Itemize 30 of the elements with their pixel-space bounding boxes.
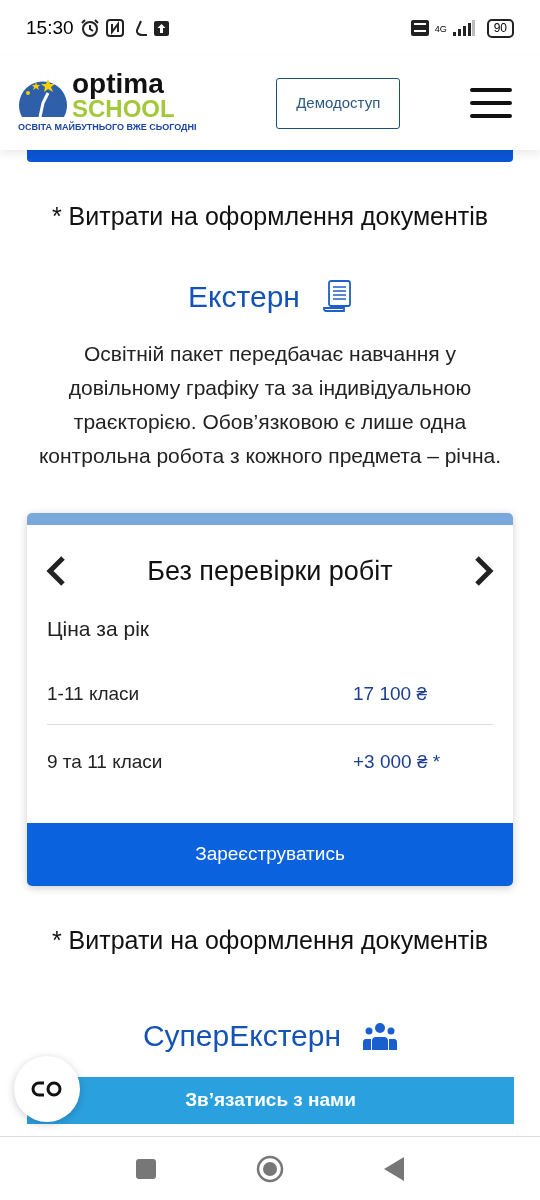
home-icon[interactable] — [256, 1154, 284, 1183]
demo-access-button[interactable]: Демодоступ — [276, 77, 401, 129]
network-type: 4G — [434, 24, 447, 34]
document-icon — [321, 280, 352, 312]
grade-label: 1-11 класи — [47, 681, 140, 706]
floating-action-button[interactable] — [14, 1056, 80, 1122]
footnote-text: * Витрати на оформлення документів — [51, 924, 489, 956]
nfc-icon — [105, 19, 124, 37]
battery-indicator: 90 — [486, 18, 514, 38]
register-button[interactable]: Зареєструватись — [27, 822, 513, 886]
plan-title: Без перевірки робіт — [147, 554, 393, 588]
link-icon — [30, 1080, 64, 1098]
recents-icon[interactable] — [136, 1158, 156, 1179]
grade-label: 9 та 11 класи — [47, 750, 163, 775]
signal-icon — [452, 20, 475, 36]
alarm-icon — [79, 18, 100, 38]
section-heading: СуперЕкстерн — [142, 1018, 342, 1054]
logo-wordmark: optima — [72, 71, 165, 98]
clock-time: 15:30 — [26, 15, 74, 40]
logo-tagline: ОСВІТА МАЙБУТНЬОГО ВЖЕ СЬОГОДНІ — [18, 121, 197, 135]
price-value: +3 000 ₴ * — [353, 750, 442, 775]
section-description: Освітній пакет передбачає навчання у довільному графіку та за індивідуальною траєкторією. Обов’язковою є лише одна контрольна робота з кожного предмета – річна. — [37, 340, 503, 469]
back-icon[interactable] — [384, 1156, 404, 1181]
price-value: 17 100 ₴ — [353, 681, 428, 706]
upload-icon — [153, 20, 169, 36]
section-heading: Екстерн — [188, 278, 300, 315]
menu-icon[interactable] — [470, 87, 512, 119]
footnote-text: * Витрати на оформлення документів — [51, 201, 489, 232]
group-icon — [363, 1021, 398, 1050]
price-label: Ціна за рік — [46, 616, 150, 642]
